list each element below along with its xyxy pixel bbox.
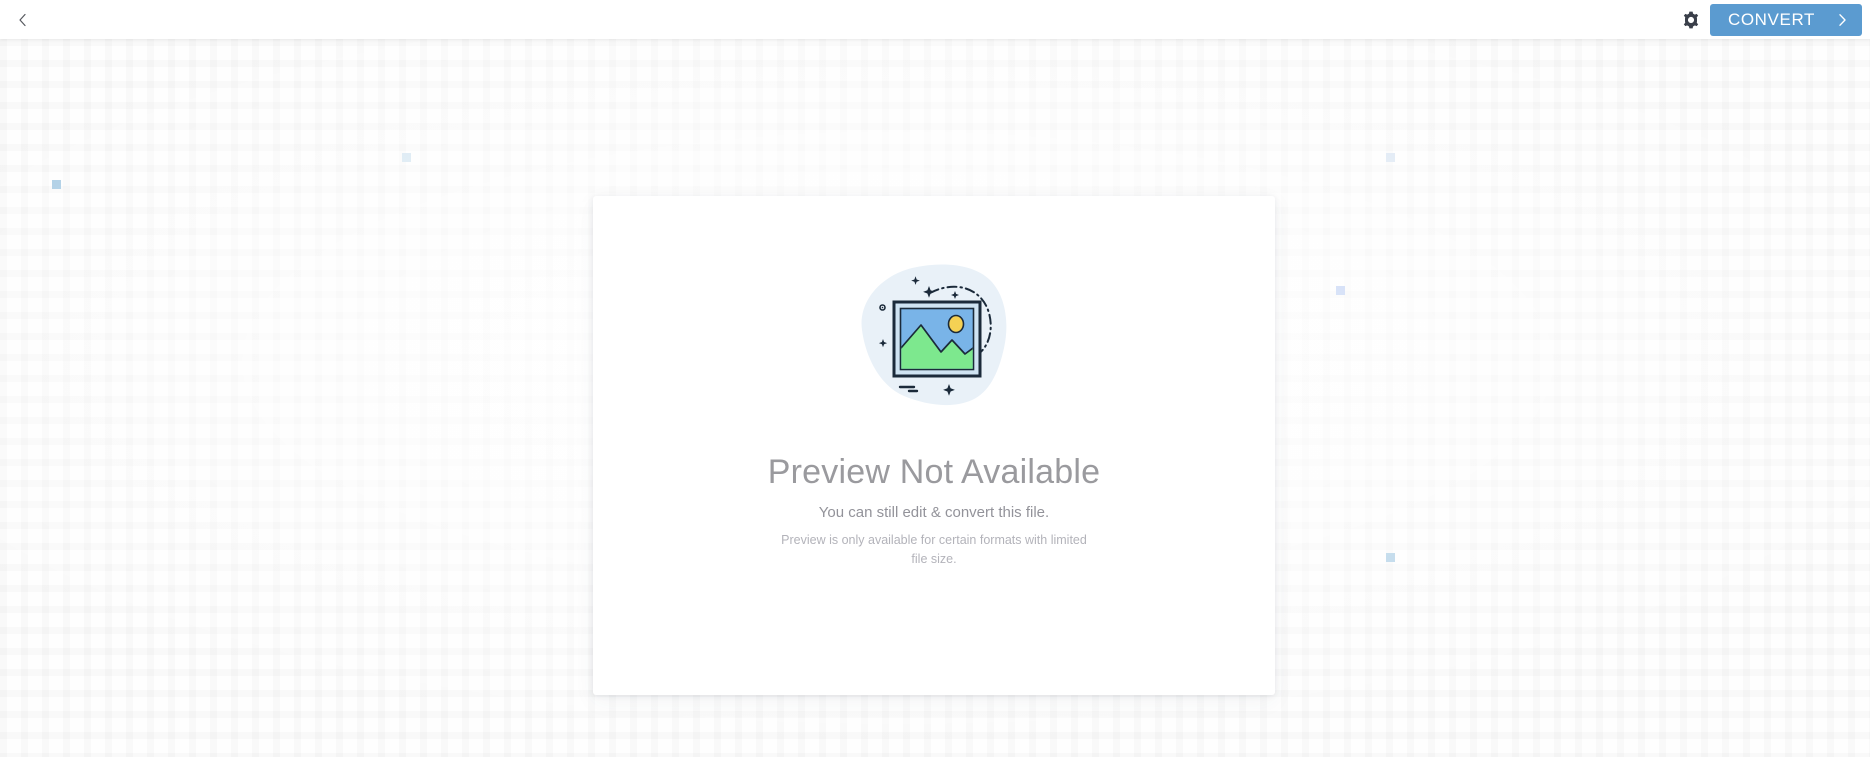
back-button[interactable] (6, 2, 40, 37)
convert-button[interactable]: CONVERT (1709, 3, 1862, 36)
preview-fineprint: Preview is only available for certain fo… (781, 533, 1087, 566)
chevron-left-icon (17, 13, 29, 27)
preview-subtitle: You can still edit & convert this file. (818, 504, 1050, 522)
toolbar-actions: CONVERT (1671, 0, 1870, 39)
image-placeholder-illustration (834, 244, 1034, 434)
page-title: Preview Not Available (767, 453, 1101, 491)
gear-icon (1682, 11, 1700, 29)
accent-square (1386, 553, 1395, 562)
accent-square (1336, 286, 1345, 295)
preview-card: Preview Not Available You can still edit… (593, 196, 1275, 695)
accent-square (1386, 153, 1395, 162)
convert-button-label: CONVERT (1727, 9, 1815, 29)
accent-square (52, 180, 61, 189)
accent-square (402, 153, 411, 162)
settings-button[interactable] (1671, 0, 1710, 39)
chevron-right-icon (1837, 13, 1848, 27)
converter-app: CONVERT Preview Not Available You can st… (0, 0, 1870, 757)
top-toolbar: CONVERT (0, 0, 1870, 39)
